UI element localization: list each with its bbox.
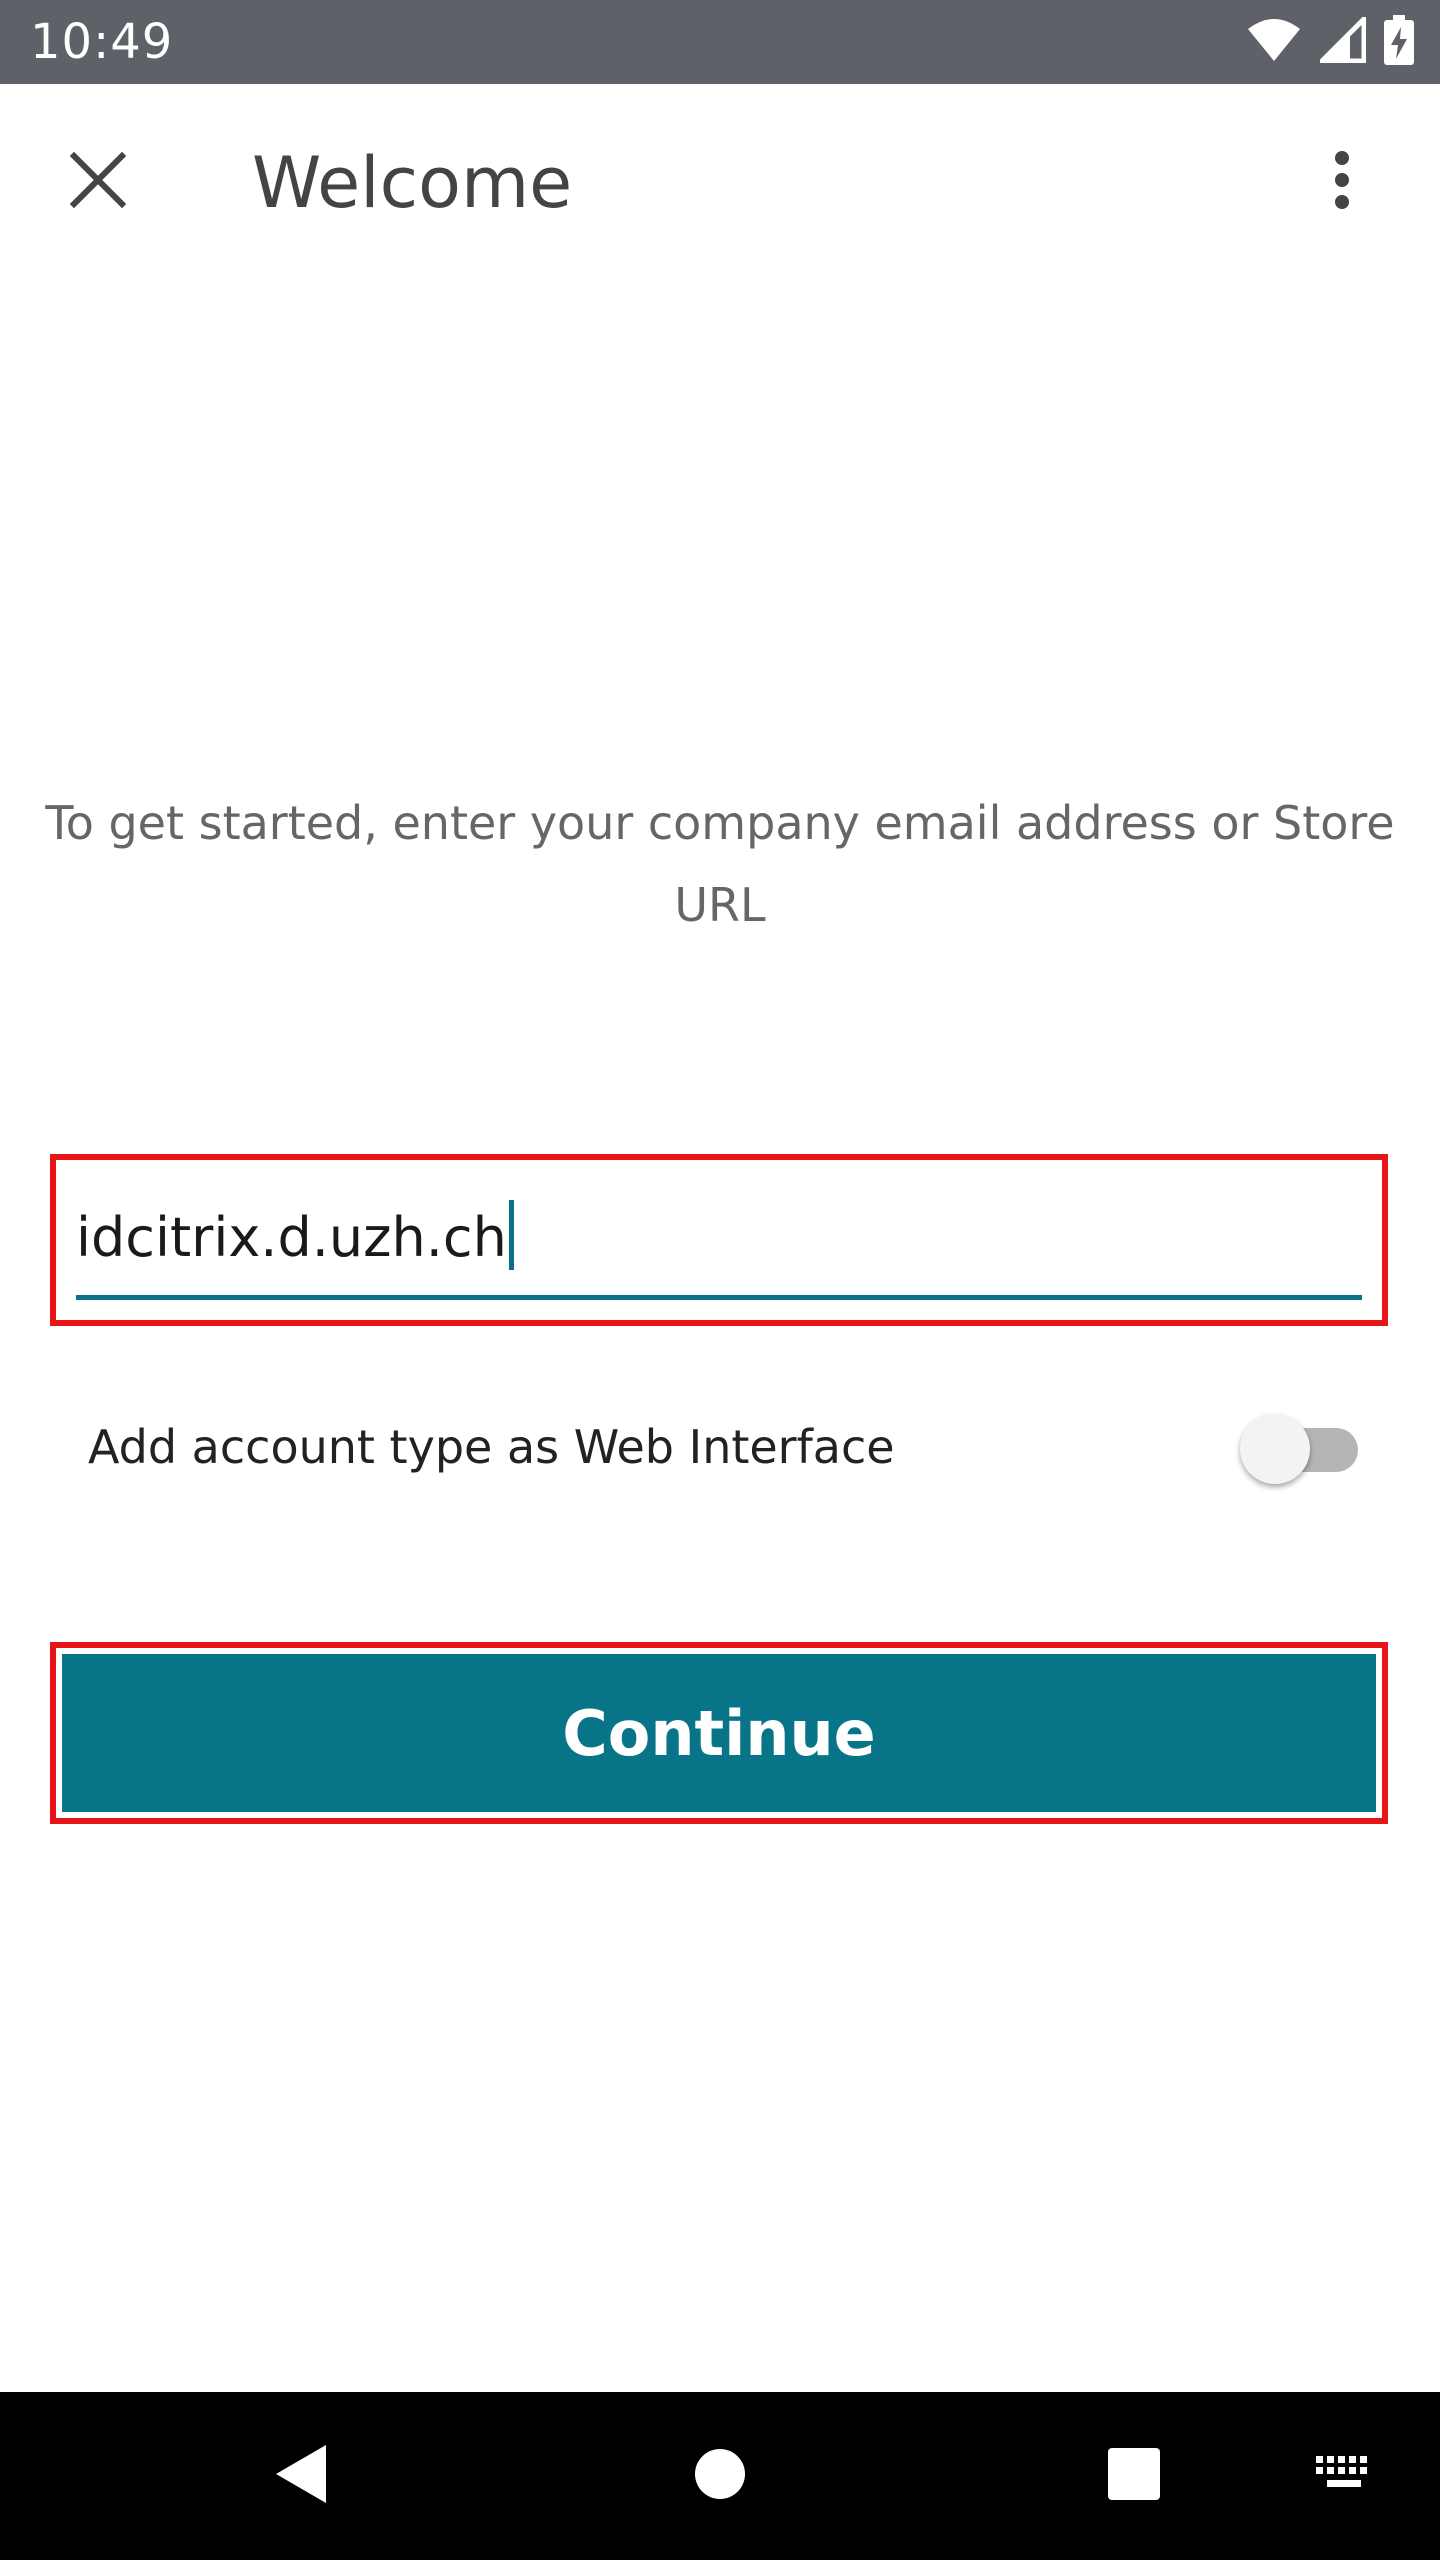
- overflow-menu-button[interactable]: [1294, 134, 1390, 230]
- recents-icon: [1107, 2447, 1161, 2506]
- text-caret: [508, 1200, 514, 1270]
- app-bar: Welcome: [0, 84, 1440, 284]
- web-interface-toggle-row[interactable]: Add account type as Web Interface: [88, 1410, 1358, 1490]
- toggle-label: Add account type as Web Interface: [88, 1420, 895, 1474]
- home-icon: [694, 2448, 746, 2505]
- store-url-input[interactable]: idcitrix.d.uzh.ch: [76, 1190, 1362, 1300]
- back-icon: [272, 2443, 328, 2510]
- cell-signal-icon: [1315, 12, 1367, 68]
- status-time: 10:49: [30, 14, 174, 70]
- url-input-highlight: idcitrix.d.uzh.ch: [50, 1154, 1388, 1326]
- url-input-value: idcitrix.d.uzh.ch: [76, 1200, 514, 1270]
- navigation-bar: [0, 2392, 1440, 2560]
- instruction-text: To get started, enter your company email…: [45, 796, 1395, 932]
- continue-button[interactable]: Continue: [62, 1654, 1376, 1812]
- keyboard-button[interactable]: [1284, 2416, 1404, 2536]
- page-title: Welcome: [252, 142, 573, 224]
- battery-charging-icon: [1384, 14, 1414, 70]
- continue-button-highlight: Continue: [50, 1642, 1388, 1824]
- keyboard-icon: [1314, 2454, 1374, 2499]
- wifi-icon: [1246, 17, 1302, 68]
- status-bar: 10:49: [0, 0, 1440, 84]
- recents-button[interactable]: [1074, 2416, 1194, 2536]
- status-icons: [1246, 12, 1414, 70]
- web-interface-switch[interactable]: [1240, 1414, 1358, 1484]
- url-text: idcitrix.d.uzh.ch: [76, 1206, 507, 1269]
- home-button[interactable]: [660, 2416, 780, 2536]
- close-icon: [69, 151, 127, 213]
- screen: 10:49 Welcome To get started, enter your…: [0, 0, 1440, 2560]
- switch-thumb: [1240, 1414, 1310, 1484]
- close-button[interactable]: [50, 134, 146, 230]
- more-vert-icon: [1332, 150, 1352, 215]
- back-button[interactable]: [240, 2416, 360, 2536]
